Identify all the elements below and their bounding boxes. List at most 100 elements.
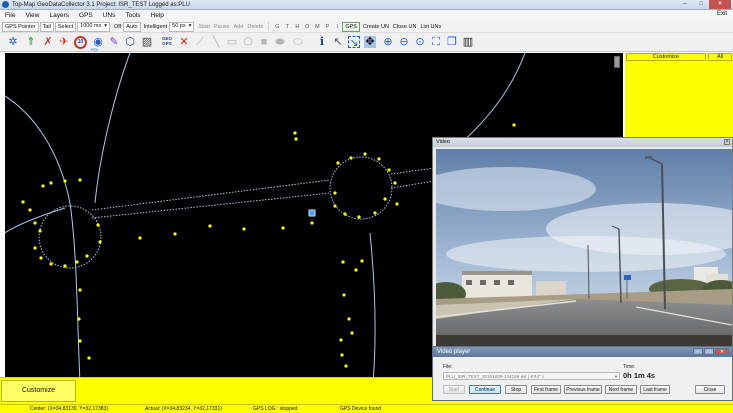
survey-point[interactable] bbox=[38, 229, 42, 233]
delete-button[interactable]: Delete bbox=[245, 24, 265, 30]
survey-point[interactable] bbox=[41, 184, 45, 188]
close-video-player-button[interactable]: Close bbox=[695, 385, 725, 394]
layers-icon[interactable]: ❐ bbox=[446, 36, 458, 48]
measure-icon[interactable]: ✈ bbox=[58, 36, 70, 48]
survey-point[interactable] bbox=[333, 204, 337, 208]
survey-point[interactable] bbox=[294, 137, 298, 141]
letter-m-button[interactable]: M bbox=[312, 24, 322, 30]
select-area-icon[interactable]: ↘ bbox=[348, 36, 360, 49]
video-player-close-button[interactable]: ✕ bbox=[715, 348, 729, 355]
survey-point[interactable] bbox=[360, 259, 364, 263]
survey-point[interactable] bbox=[77, 317, 81, 321]
survey-point[interactable] bbox=[342, 293, 346, 297]
survey-point[interactable] bbox=[78, 339, 82, 343]
video-close-button[interactable]: × bbox=[724, 139, 730, 145]
survey-point[interactable] bbox=[242, 227, 246, 231]
pentagon-icon[interactable]: ⬠ bbox=[242, 36, 254, 48]
delete-icon[interactable]: ✕ bbox=[178, 36, 190, 48]
first-frame-button[interactable]: First frame bbox=[531, 385, 561, 394]
intelligent-select[interactable]: 50 px ▾ bbox=[169, 21, 195, 32]
survey-point[interactable] bbox=[138, 236, 142, 240]
video-player-maximize-button[interactable]: □ bbox=[704, 348, 714, 355]
survey-point[interactable] bbox=[383, 197, 387, 201]
rectangle-icon[interactable]: ▭ bbox=[226, 36, 238, 48]
survey-point[interactable] bbox=[340, 353, 344, 357]
letter-o-button[interactable]: O bbox=[302, 24, 312, 30]
list-uns-button[interactable]: List UNs bbox=[418, 24, 443, 30]
zoom-extent-icon[interactable]: ⛶ bbox=[430, 36, 442, 48]
route-icon[interactable]: ✗ bbox=[42, 36, 54, 48]
survey-point[interactable] bbox=[336, 161, 340, 165]
survey-point[interactable] bbox=[49, 181, 53, 185]
zoom-window-icon[interactable]: ⊙ bbox=[414, 36, 426, 48]
letter-i-button[interactable]: I bbox=[332, 24, 342, 30]
menu-gps[interactable]: GPS bbox=[74, 12, 98, 19]
map-scroll-button[interactable] bbox=[614, 56, 620, 68]
survey-point[interactable] bbox=[339, 338, 343, 342]
survey-point[interactable] bbox=[78, 288, 82, 292]
survey-point[interactable] bbox=[208, 224, 212, 228]
survey-point[interactable] bbox=[354, 268, 358, 272]
survey-point[interactable] bbox=[78, 178, 82, 182]
geo-gps-button[interactable]: GEO GPS bbox=[159, 36, 175, 46]
auto-button[interactable]: Auto bbox=[123, 21, 141, 32]
info-icon[interactable]: i bbox=[316, 36, 328, 48]
survey-point[interactable] bbox=[28, 208, 32, 212]
menu-layers[interactable]: Layers bbox=[44, 12, 74, 19]
survey-point[interactable] bbox=[387, 168, 391, 172]
square-icon[interactable]: ■ bbox=[258, 36, 270, 48]
survey-point[interactable] bbox=[341, 260, 345, 264]
survey-point[interactable] bbox=[395, 202, 399, 206]
pointer-icon[interactable]: ↖ bbox=[332, 36, 344, 48]
survey-point[interactable] bbox=[293, 131, 297, 135]
brush-icon[interactable]: ⟋ bbox=[194, 36, 206, 48]
survey-point[interactable] bbox=[87, 356, 91, 360]
survey-point[interactable] bbox=[350, 331, 354, 335]
pause-button[interactable]: Pause bbox=[212, 24, 232, 30]
zone-icon[interactable]: ▨ bbox=[141, 36, 153, 48]
survey-point[interactable] bbox=[21, 200, 25, 204]
survey-point[interactable] bbox=[333, 191, 337, 195]
table-icon[interactable]: ▥ bbox=[462, 36, 474, 48]
minimize-button[interactable]: – bbox=[677, 0, 693, 9]
speed-limit-icon[interactable]: 10 bbox=[74, 36, 87, 49]
interval-select[interactable]: 1000 ms ▾ bbox=[77, 21, 111, 32]
survey-point[interactable] bbox=[98, 240, 102, 244]
letter-g-button[interactable]: G bbox=[272, 24, 282, 30]
all-button[interactable]: All bbox=[708, 53, 732, 61]
up-arrows-icon[interactable]: ⇑ bbox=[25, 36, 37, 48]
survey-point[interactable] bbox=[373, 211, 377, 215]
line-icon[interactable]: ╲ bbox=[210, 36, 222, 48]
letter-p-button[interactable]: P bbox=[322, 24, 332, 30]
survey-point[interactable] bbox=[33, 246, 37, 250]
survey-point[interactable] bbox=[344, 364, 348, 368]
close-button[interactable]: ✕ bbox=[709, 0, 731, 9]
menu-exit[interactable]: Exit bbox=[717, 11, 727, 17]
letter-h-button[interactable]: H bbox=[292, 24, 302, 30]
pan-icon[interactable]: ✥ bbox=[364, 36, 376, 48]
menu-file[interactable]: File bbox=[0, 12, 20, 19]
previous-frame-button[interactable]: Previous frame bbox=[564, 385, 602, 394]
next-frame-button[interactable]: Next frame bbox=[605, 385, 637, 394]
survey-point[interactable] bbox=[33, 221, 37, 225]
customize-button[interactable]: Customize bbox=[1, 380, 76, 402]
survey-point[interactable] bbox=[377, 157, 381, 161]
survey-point[interactable] bbox=[310, 221, 314, 225]
close-un-button[interactable]: Close UN bbox=[391, 24, 419, 30]
last-frame-button[interactable]: Last frame bbox=[640, 385, 670, 394]
file-select[interactable]: PLU_ISR_TEST_20101209-134159.avi ( 8'44'… bbox=[443, 372, 620, 380]
right-customize-button[interactable]: Customize bbox=[626, 53, 706, 61]
survey-point[interactable] bbox=[349, 156, 353, 160]
letter-t-button[interactable]: T bbox=[282, 24, 292, 30]
survey-point[interactable] bbox=[75, 260, 79, 264]
zoom-in-icon[interactable]: ⊕ bbox=[382, 36, 394, 48]
survey-point[interactable] bbox=[63, 179, 67, 183]
create-un-button[interactable]: Create UN bbox=[361, 24, 391, 30]
survey-point[interactable] bbox=[512, 123, 516, 127]
survey-point[interactable] bbox=[173, 232, 177, 236]
survey-point[interactable] bbox=[39, 256, 43, 260]
add-button[interactable]: Add bbox=[232, 24, 246, 30]
menu-help[interactable]: Help bbox=[146, 12, 169, 19]
ellipse-outline-icon[interactable]: ⬭ bbox=[292, 36, 304, 48]
continue-button[interactable]: Continue bbox=[469, 385, 501, 394]
